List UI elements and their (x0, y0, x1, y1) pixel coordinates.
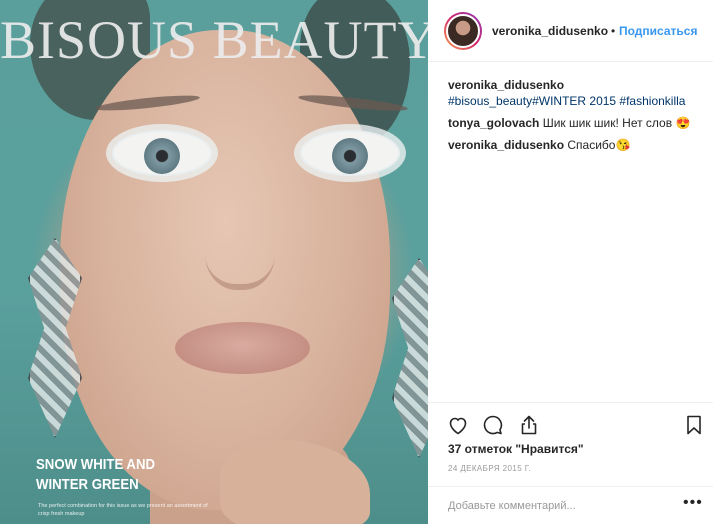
cover-headline: SNOW WHITE AND WINTER GREEN (36, 456, 156, 493)
avatar-image (446, 14, 480, 48)
comment-text: Шик шик шик! Нет слов 😍 (542, 116, 691, 130)
eye-left (112, 130, 212, 176)
action-bar (428, 402, 713, 442)
more-options-button[interactable]: ••• (683, 494, 703, 512)
post-date[interactable]: 24 ДЕКАБРЯ 2015 Г. (448, 464, 531, 473)
comment-text: Спасибо😘 (567, 138, 631, 152)
comment-item: veronika_didusenko #bisous_beauty#WINTER… (448, 77, 704, 109)
earring-right (392, 258, 428, 458)
iris-right (332, 138, 368, 174)
comments-list: veronika_didusenko #bisous_beauty#WINTER… (448, 77, 704, 159)
avatar[interactable] (444, 12, 482, 50)
comment-bubble-icon[interactable] (481, 413, 505, 437)
separator-dot: • (611, 24, 616, 38)
comment-username[interactable]: veronika_didusenko (448, 138, 564, 152)
post-photo[interactable]: BISOUS BEAUTY SNOW WHITE AND WINTER GREE… (0, 0, 428, 524)
post-header: veronika_didusenko • Подписаться (428, 0, 713, 62)
bookmark-icon[interactable] (682, 413, 706, 437)
heart-icon[interactable] (446, 413, 470, 437)
comment-username[interactable]: tonya_golovach (448, 116, 539, 130)
likes-count[interactable]: 37 отметок "Нравится" (448, 442, 584, 456)
nose (205, 210, 275, 290)
follow-button[interactable]: Подписаться (619, 24, 697, 38)
comment-item: tonya_golovach Шик шик шик! Нет слов 😍 (448, 115, 704, 131)
hand (220, 440, 370, 524)
lips (175, 322, 310, 374)
add-comment-bar: ••• (428, 486, 713, 524)
share-icon[interactable] (517, 413, 541, 437)
username-link[interactable]: veronika_didusenko (492, 24, 608, 38)
magazine-title: BISOUS BEAUTY (0, 10, 428, 70)
comment-item: veronika_didusenko Спасибо😘 (448, 137, 704, 153)
post-sidebar: veronika_didusenko • Подписаться veronik… (428, 0, 713, 524)
eye-right (300, 130, 400, 176)
iris-left (144, 138, 180, 174)
comment-username[interactable]: veronika_didusenko (448, 78, 564, 92)
cover-tagline: The perfect combination for this issue a… (38, 503, 208, 517)
comment-input[interactable] (448, 497, 678, 515)
comment-text[interactable]: #bisous_beauty#WINTER 2015 #fashionkilla (448, 94, 685, 108)
